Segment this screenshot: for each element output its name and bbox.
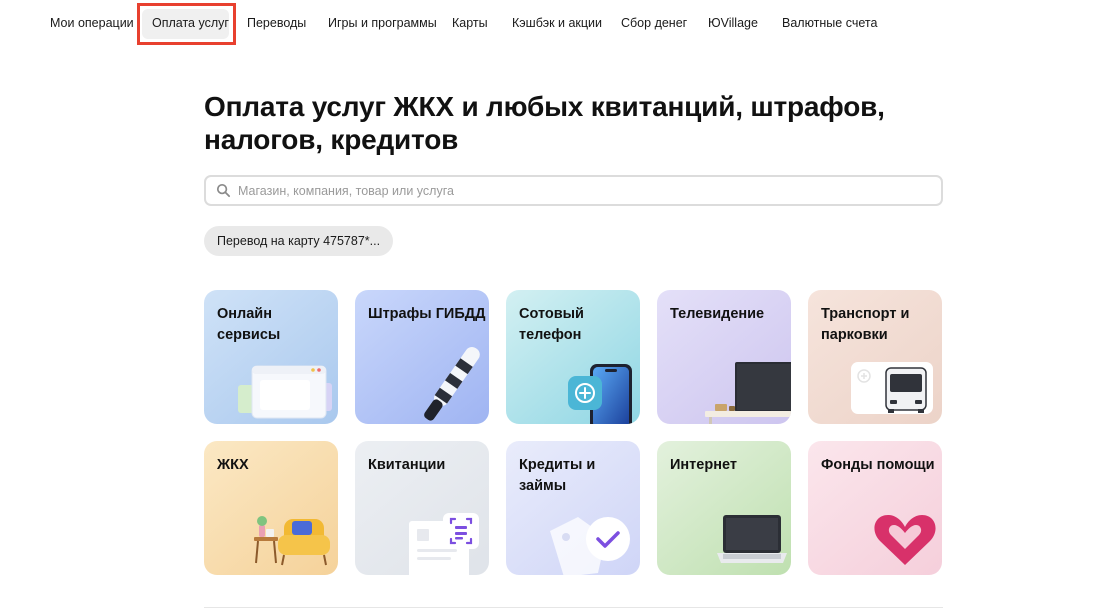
nav-item-my-operations[interactable]: Мои операции xyxy=(50,16,134,30)
nav-item-fundraising[interactable]: Сбор денег xyxy=(621,16,687,30)
section-divider xyxy=(204,607,943,608)
nav-item-pay-services[interactable]: Оплата услуг xyxy=(152,16,229,30)
tile-credits-loans[interactable]: Кредиты и займы xyxy=(506,441,640,575)
quick-transfer-chip[interactable]: Перевод на карту 475787*... xyxy=(204,226,394,256)
tile-label: Транспорт и парковки xyxy=(821,306,910,343)
nav-item-cards[interactable]: Карты xyxy=(452,16,488,30)
tile-label: Штрафы ГИБДД xyxy=(368,306,486,322)
top-navigation: Мои операции Оплата услуг Переводы Игры … xyxy=(0,0,1100,46)
tile-label: Квитанции xyxy=(368,457,446,473)
nav-item-currency-accounts[interactable]: Валютные счета xyxy=(782,16,877,30)
nav-item-cashback[interactable]: Кэшбэк и акции xyxy=(512,16,602,30)
tile-housing-utilities[interactable]: ЖКХ xyxy=(204,441,338,575)
tile-label: Кредиты и займы xyxy=(519,457,596,494)
tile-traffic-fines[interactable]: Штрафы ГИБДД xyxy=(355,290,489,424)
tile-label: Фонды помощи xyxy=(821,457,935,473)
tile-label: Интернет xyxy=(670,457,737,473)
tile-charity-funds[interactable]: Фонды помощи xyxy=(808,441,942,575)
tile-television[interactable]: Телевидение xyxy=(657,290,791,424)
search-icon xyxy=(216,183,231,198)
tile-transport-parking[interactable]: Транспорт и парковки xyxy=(808,290,942,424)
search-input[interactable] xyxy=(238,181,928,201)
tile-label: Сотовый телефон xyxy=(519,306,584,343)
tile-receipts[interactable]: Квитанции xyxy=(355,441,489,575)
nav-item-games-apps[interactable]: Игры и программы xyxy=(328,16,437,30)
tile-label: ЖКХ xyxy=(217,457,249,473)
tile-label: Телевидение xyxy=(670,306,765,322)
nav-item-yuvillage[interactable]: ЮVillage xyxy=(708,16,758,30)
nav-item-transfers[interactable]: Переводы xyxy=(247,16,306,30)
tile-label: Онлайн сервисы xyxy=(217,306,281,343)
tile-mobile-phone[interactable]: Сотовый телефон xyxy=(506,290,640,424)
tile-internet[interactable]: Интернет xyxy=(657,441,791,575)
tile-online-services[interactable]: Онлайн сервисы xyxy=(204,290,338,424)
page-title: Оплата услуг ЖКХ и любых квитанций, штра… xyxy=(204,91,885,155)
search-box[interactable] xyxy=(204,175,943,206)
